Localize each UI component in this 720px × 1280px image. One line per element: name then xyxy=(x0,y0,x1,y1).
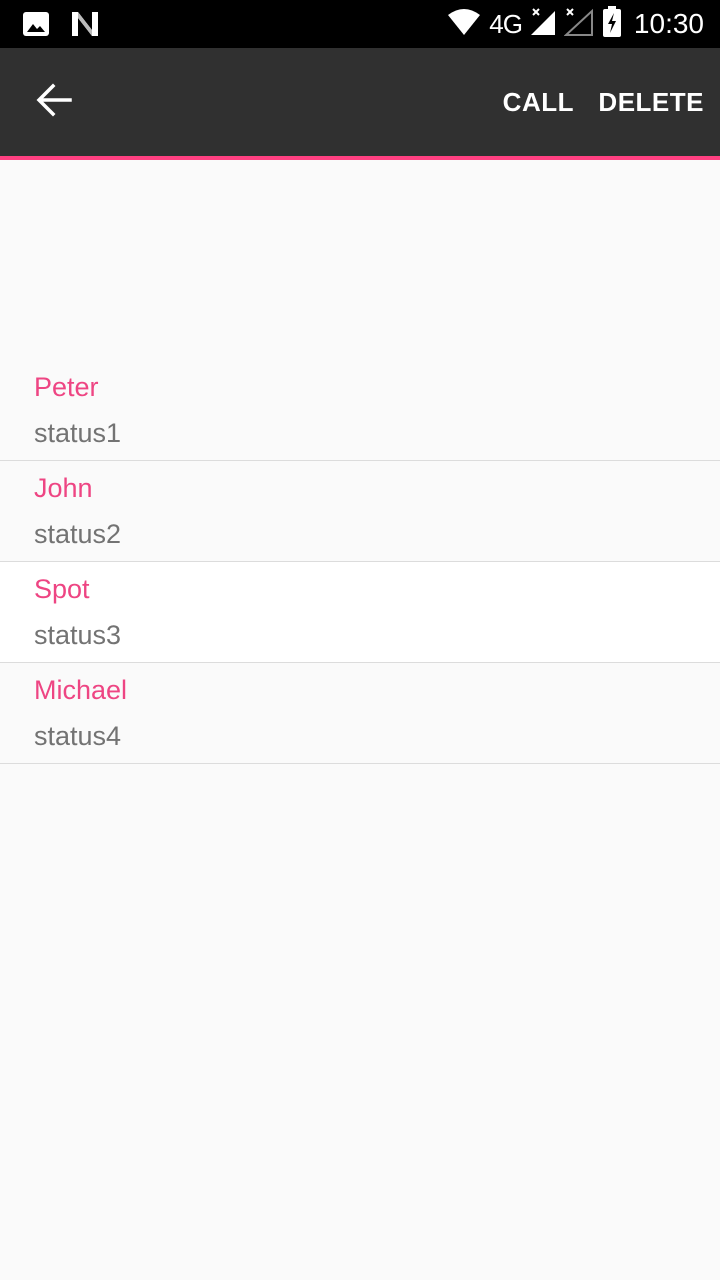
list-item[interactable]: John status2 xyxy=(0,461,720,562)
contact-list: Peter status1 John status2 Spot status3 … xyxy=(0,360,720,764)
contact-status: status2 xyxy=(34,519,122,549)
list-item[interactable]: Peter status1 xyxy=(0,360,720,461)
cell-signal-2-icon xyxy=(563,7,594,42)
battery-charging-icon xyxy=(602,5,622,43)
contact-status: status4 xyxy=(34,721,122,751)
back-button[interactable] xyxy=(22,70,86,134)
contact-name: Spot xyxy=(34,574,90,604)
delete-button[interactable]: DELETE xyxy=(598,80,704,124)
contact-status: status3 xyxy=(34,620,122,650)
contact-status: status1 xyxy=(34,418,122,448)
wifi-icon xyxy=(447,7,481,42)
contact-name: Peter xyxy=(34,372,99,402)
list-item[interactable]: Michael status4 xyxy=(0,663,720,764)
status-bar: 4G 10:30 xyxy=(0,0,720,48)
call-button[interactable]: CALL xyxy=(503,80,574,124)
image-icon xyxy=(22,10,50,43)
arrow-back-icon xyxy=(36,82,72,123)
network-type: 4G xyxy=(489,9,523,39)
list-item[interactable]: Spot status3 xyxy=(0,562,720,663)
app-bar-accent-line xyxy=(0,156,720,160)
app-bar: CALL DELETE xyxy=(0,48,720,160)
cell-signal-icon xyxy=(530,7,556,42)
contact-name: Michael xyxy=(34,675,128,705)
contact-name: John xyxy=(34,473,93,503)
clock: 10:30 xyxy=(633,8,704,39)
n-notification-icon xyxy=(70,10,100,43)
